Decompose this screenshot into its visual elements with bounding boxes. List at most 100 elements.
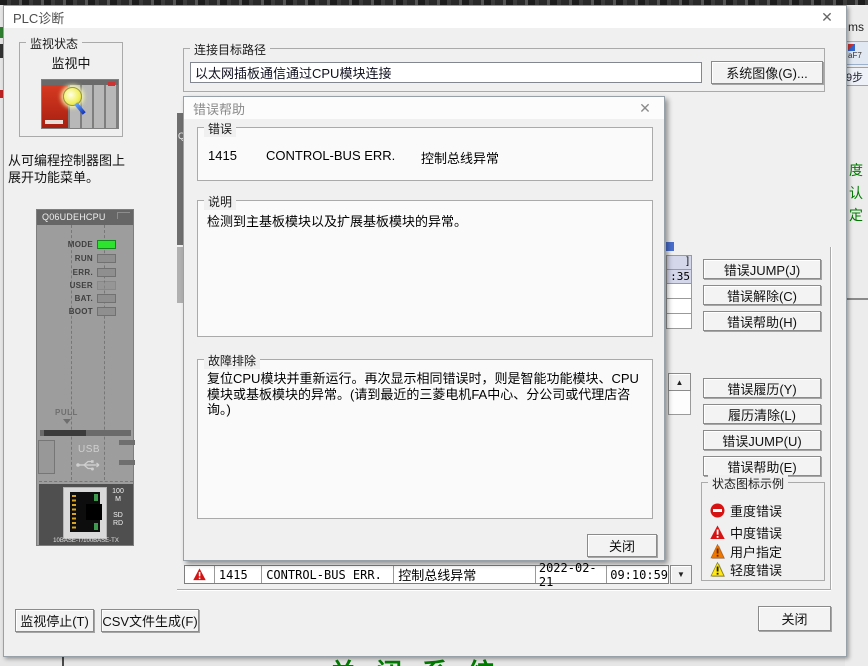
module-dash-line-1 (71, 225, 72, 480)
monitor-stop-button[interactable]: 监视停止(T) (15, 609, 94, 632)
module-dash-line-2 (104, 225, 105, 480)
module-slot-bar-dark (44, 430, 86, 436)
csv-generate-button[interactable]: CSV文件生成(F) (101, 609, 199, 632)
run-led (97, 254, 116, 263)
error-help-dialog: 错误帮助 ✕ 错误 1415 CONTROL-BUS ERR. 控制总线异常 说… (183, 96, 665, 561)
boot-led (97, 307, 116, 316)
error-history-row[interactable]: 1415 CONTROL-BUS ERR. 控制总线异常 2022-02-21 … (184, 565, 669, 584)
bat-led (97, 294, 116, 303)
error-area-group-right-edge (830, 247, 831, 589)
rj45-port (63, 487, 107, 539)
plc-cpu-module-image[interactable]: Q06UDEHCPU MODE RUN ERR. USER BAT. BOOT … (36, 209, 134, 546)
occluded-scrollbar-up-button[interactable]: ▲ (668, 373, 691, 391)
error-help-titlebar[interactable]: 错误帮助 ✕ (184, 97, 664, 119)
plc-dialog-titlebar[interactable]: PLC诊断 ✕ (4, 6, 846, 28)
troubleshooting-group-title: 故障排除 (204, 352, 260, 369)
error-help-button[interactable]: 错误帮助(H) (703, 311, 821, 331)
led-row-run: RUN (45, 253, 116, 263)
thumb-label-strip (45, 120, 63, 124)
led-row-err: ERR. (45, 267, 116, 277)
history-row-time: 09:10:59 (607, 566, 668, 583)
user-led (97, 281, 116, 290)
occluded-blue-icon-fragment (666, 242, 674, 251)
module-slot-bar (40, 430, 131, 436)
history-scrollbar-down-button[interactable]: ▼ (670, 565, 692, 584)
legend-item-severe: 重度错误 (710, 501, 782, 520)
error-group-title: 错误 (204, 120, 236, 137)
error-code: 1415 (208, 148, 237, 163)
red-triangle-icon (710, 525, 725, 540)
led-row-mode: MODE (45, 239, 116, 249)
rj45-tab (86, 504, 102, 520)
plc-diagnostics-dialog: PLC诊断 ✕ 监视状态 监视中 从可编程控制器图上 展开功能菜单。 Q06UD… (3, 5, 847, 657)
occluded-cell-3 (666, 284, 692, 299)
occluded-cell-time: :35 (666, 270, 692, 284)
module-handle-2 (119, 460, 135, 465)
usb-icon (75, 458, 101, 472)
explanation-text: 检测到主基板模块以及扩展基板模块的异常。 (207, 214, 643, 230)
red-triangle-icon (193, 568, 206, 581)
connection-path-field[interactable]: 以太网插板通信通过CPU模块连接 (190, 62, 702, 83)
rj45-clip-bottom (94, 523, 98, 530)
error-help-title: 错误帮助 (184, 99, 245, 118)
history-row-description: 控制总线异常 (394, 566, 536, 583)
error-name: CONTROL-BUS ERR. (266, 148, 395, 163)
background-right-strip: ms aF7 9步 度 认 定 (845, 5, 868, 666)
module-dash-hline (39, 481, 133, 482)
pull-arrow-icon (63, 419, 71, 424)
port-speed-label: 100 M (111, 488, 125, 504)
background-green-char-3: 定 (849, 205, 863, 225)
close-icon[interactable]: ✕ (818, 8, 836, 26)
background-green-char-2: 认 (849, 183, 863, 203)
rj45-pins (72, 495, 76, 529)
module-handle-1 (119, 440, 135, 445)
led-row-user: USER (45, 280, 116, 290)
close-icon[interactable]: ✕ (636, 99, 654, 117)
legend-item-moderate: 中度错误 (710, 523, 782, 542)
monitor-status-group-title: 监视状态 (26, 35, 82, 52)
error-clear-button[interactable]: 错误解除(C) (703, 285, 821, 305)
led-row-bat: BAT. (45, 293, 116, 303)
error-area-group-bottom-edge (177, 589, 831, 590)
error-description: 控制总线异常 (421, 148, 499, 167)
history-row-date: 2022-02-21 (536, 566, 607, 583)
error-help-close-button[interactable]: 关闭 (587, 534, 657, 557)
background-steps-fragment: 9步 (845, 67, 868, 86)
module-left-slot (38, 440, 55, 474)
explanation-group: 说明 检测到主基板模块以及扩展基板模块的异常。 (197, 200, 653, 337)
plc-dialog-title: PLC诊断 (4, 8, 64, 27)
magnifier-icon (63, 87, 82, 106)
background-hline (845, 298, 868, 300)
history-clear-button[interactable]: 履历清除(L) (703, 404, 821, 424)
monitor-status-group: 监视状态 监视中 (19, 42, 123, 137)
error-jump-button[interactable]: 错误JUMP(J) (703, 259, 821, 279)
history-error-jump-button[interactable]: 错误JUMP(U) (703, 430, 821, 450)
occluded-table-sliver: ] :35 (666, 255, 692, 329)
history-row-icon-cell (185, 566, 215, 583)
history-error-help-button[interactable]: 错误帮助(E) (703, 456, 821, 476)
occluded-cell-5 (666, 314, 692, 329)
background-green-char-1: 度 (849, 160, 863, 180)
occluded-scrollbar-track[interactable] (668, 391, 691, 415)
legend-item-user: 用户指定 (710, 542, 782, 561)
plc-module-notch (117, 212, 130, 219)
troubleshooting-text: 复位CPU模块并重新运行。再次显示相同错误时，则是智能功能模块、CPU模块或基板… (207, 371, 645, 418)
toolbar-icon-fragment (848, 44, 855, 51)
plc-thumbnail-image[interactable] (41, 79, 119, 129)
history-row-code: 1415 (215, 566, 262, 583)
hint-line-2: 展开功能菜单。 (8, 169, 178, 186)
error-group: 错误 1415 CONTROL-BUS ERR. 控制总线异常 (197, 127, 653, 181)
ethernet-section: 100 M SD RD 10BASE-T/100BASE-TX (39, 484, 133, 545)
background-text-ms: ms (848, 20, 864, 34)
error-history-button[interactable]: 错误履历(Y) (703, 378, 821, 398)
scroll-down-icon: ▼ (677, 570, 685, 579)
connection-path-group-title: 连接目标路径 (190, 41, 270, 58)
led-row-boot: BOOT (45, 306, 116, 316)
connection-path-text: 以太网插板通信通过CPU模块连接 (195, 63, 391, 82)
system-image-button[interactable]: 系统图像(G)... (711, 61, 823, 84)
legend-item-minor: 轻度错误 (710, 560, 782, 579)
main-close-button[interactable]: 关闭 (758, 606, 831, 631)
status-icon-legend-title: 状态图标示例 (708, 475, 788, 492)
troubleshooting-group: 故障排除 复位CPU模块并重新运行。再次显示相同错误时，则是智能功能模块、CPU… (197, 359, 653, 519)
occluded-cell-1: ] (666, 255, 692, 270)
